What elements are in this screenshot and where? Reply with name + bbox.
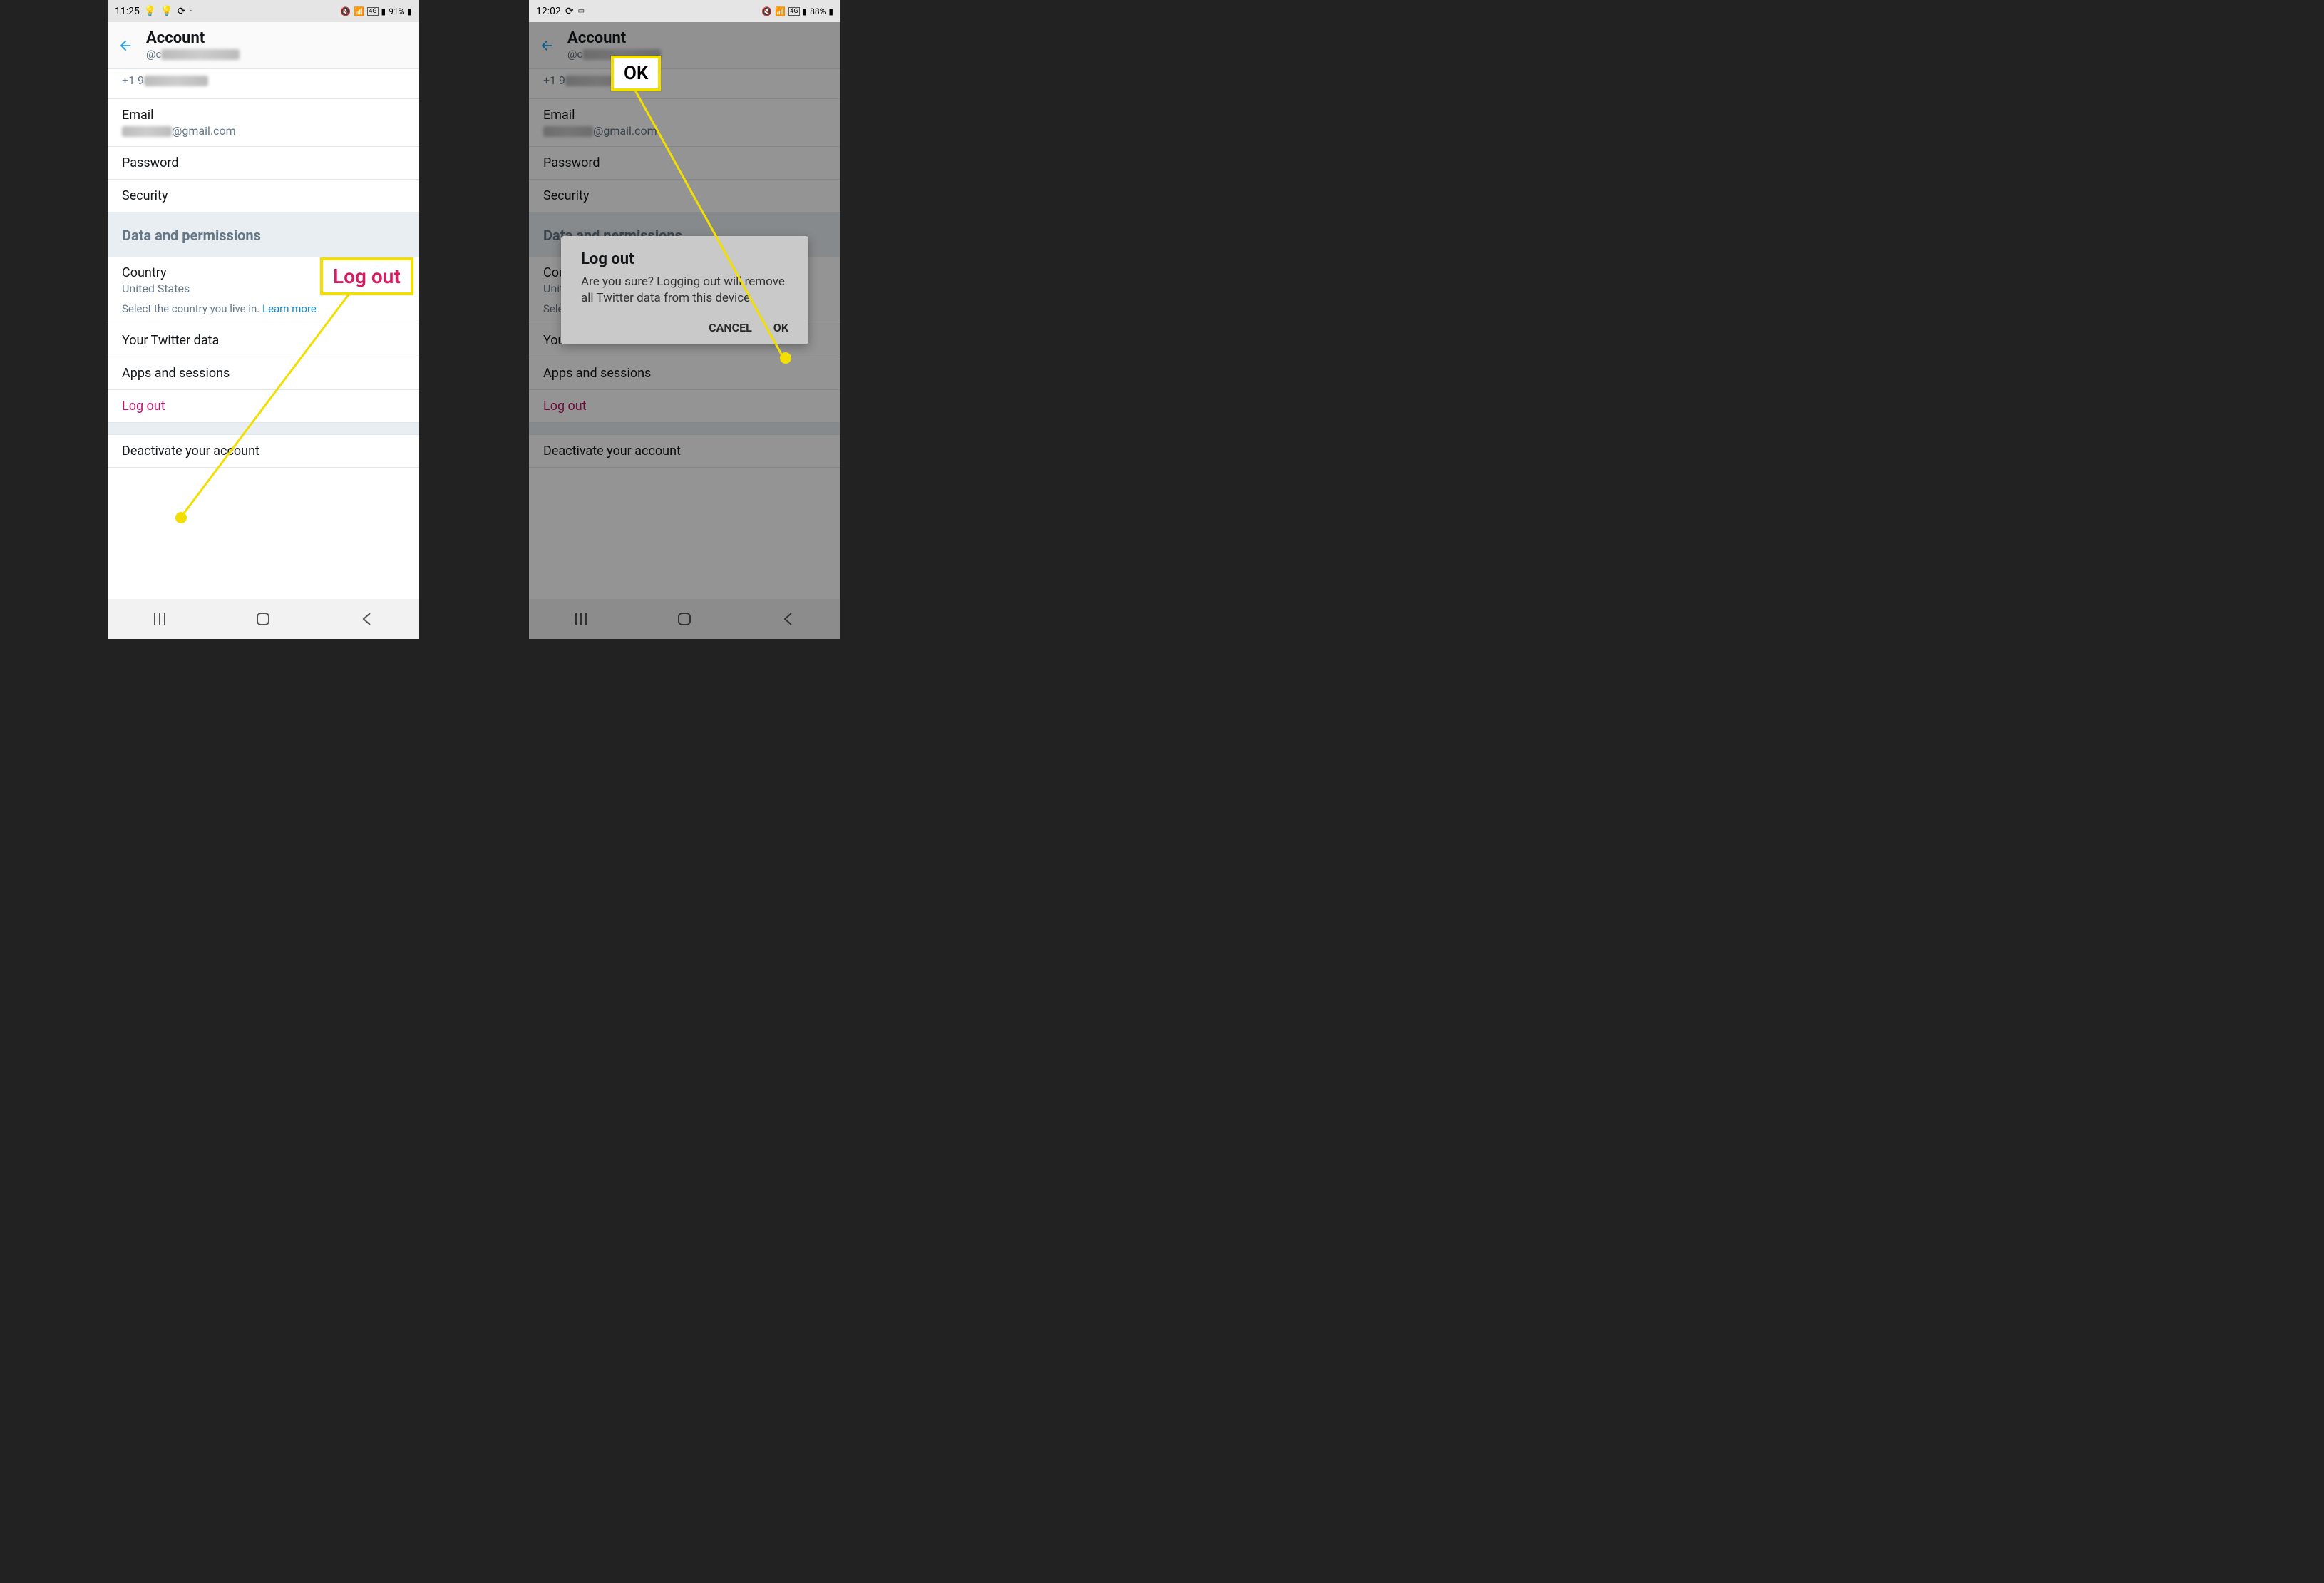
phone-screenshot-left: 11:25 💡 💡 ⟳ • 🔇 📶 4G ▮ 91% ▮ Account <box>108 0 419 639</box>
recents-icon[interactable] <box>152 611 168 627</box>
section-data-permissions: Data and permissions <box>108 212 419 257</box>
row-password[interactable]: Password <box>108 147 419 180</box>
bulb-icon: 💡 <box>160 6 173 17</box>
annotation-dot <box>175 512 187 523</box>
dialog-ok-button[interactable]: OK <box>773 321 788 334</box>
wifi-icon: 📶 <box>775 6 786 16</box>
spacer <box>108 423 419 435</box>
dialog-body: Are you sure? Logging out will remove al… <box>581 274 788 307</box>
status-time: 11:25 <box>115 6 140 17</box>
battery-icon: ▮ <box>407 6 412 16</box>
wifi-icon: 📶 <box>354 6 364 16</box>
status-time: 12:02 <box>536 6 561 17</box>
annotation-dot <box>780 352 791 364</box>
network-label: 4G <box>367 7 378 16</box>
back-icon[interactable] <box>359 611 375 627</box>
signal-icon: ▮ <box>381 6 386 16</box>
dialog-cancel-button[interactable]: CANCEL <box>709 321 752 334</box>
row-phone-number[interactable]: +1 9 <box>108 69 419 99</box>
row-security[interactable]: Security <box>108 180 419 212</box>
home-icon[interactable] <box>255 611 271 627</box>
row-your-twitter-data[interactable]: Your Twitter data <box>108 324 419 357</box>
bulb-icon: 💡 <box>144 6 156 17</box>
annotation-callout-logout: Log out <box>320 257 413 295</box>
dot-icon: • <box>190 8 192 14</box>
battery-mini-icon: ▭ <box>578 7 585 15</box>
mute-icon: 🔇 <box>761 6 772 16</box>
dialog-title: Log out <box>581 250 788 268</box>
android-nav-bar <box>108 599 419 639</box>
status-bar: 12:02 ⟳ ▭ 🔇 📶 4G ▮ 88% ▮ <box>529 0 840 22</box>
account-handle: @c <box>146 48 240 61</box>
status-bar: 11:25 💡 💡 ⟳ • 🔇 📶 4G ▮ 91% ▮ <box>108 0 419 22</box>
page-title: Account <box>146 30 240 47</box>
signal-icon: ▮ <box>803 6 808 16</box>
email-label: Email <box>122 108 405 123</box>
row-apps-sessions[interactable]: Apps and sessions <box>108 357 419 390</box>
battery-percent: 91% <box>389 6 404 16</box>
back-arrow-icon[interactable] <box>118 38 146 53</box>
battery-icon: ▮ <box>828 6 833 16</box>
dialog-log-out: Log out Are you sure? Logging out will r… <box>561 236 808 344</box>
learn-more-link[interactable]: Learn more <box>262 302 317 315</box>
phone-screenshot-right: 12:02 ⟳ ▭ 🔇 📶 4G ▮ 88% ▮ Account @c <box>529 0 840 639</box>
row-email[interactable]: Email @gmail.com <box>108 99 419 147</box>
mute-icon: 🔇 <box>340 6 351 16</box>
refresh-icon: ⟳ <box>178 6 186 17</box>
annotation-callout-ok: OK <box>611 56 661 91</box>
refresh-icon: ⟳ <box>565 6 574 17</box>
row-deactivate-account[interactable]: Deactivate your account <box>108 435 419 468</box>
page-header: Account @c <box>108 22 419 69</box>
battery-percent: 88% <box>810 6 826 16</box>
email-value: @gmail.com <box>122 124 405 138</box>
network-label: 4G <box>788 7 799 16</box>
phone-value: +1 9 <box>122 73 405 87</box>
